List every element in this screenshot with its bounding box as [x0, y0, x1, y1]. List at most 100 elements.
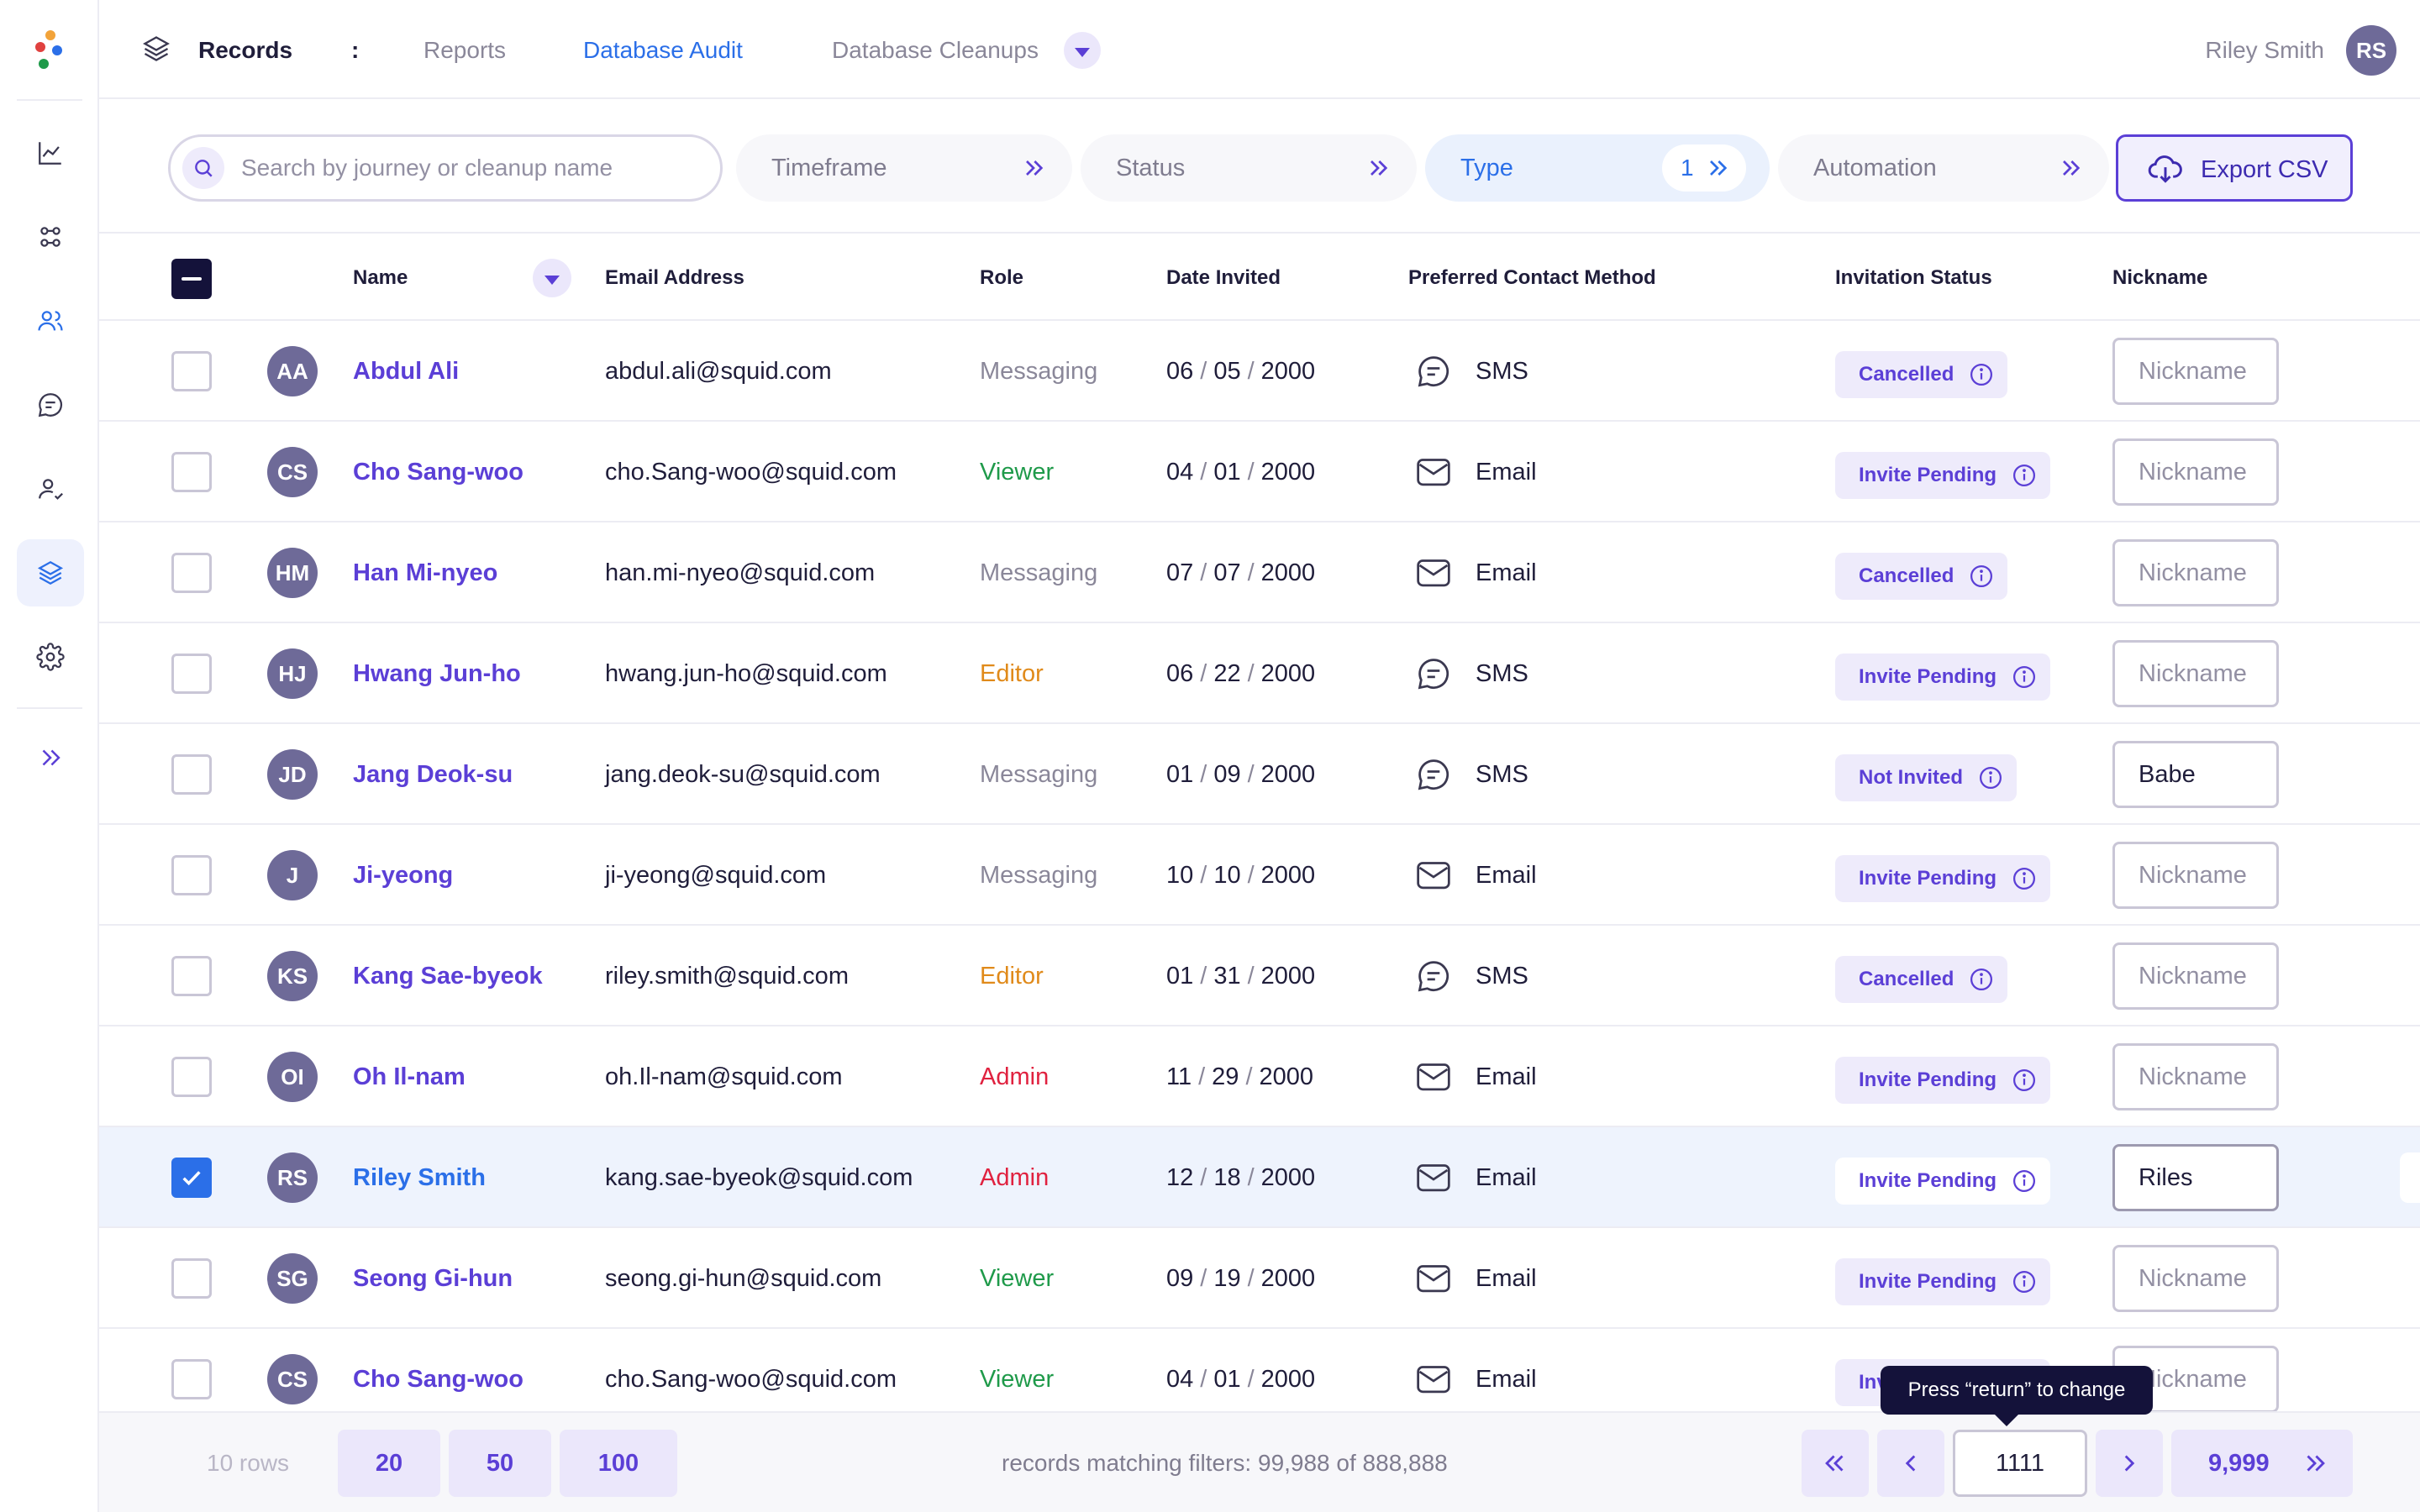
last-page-button[interactable]: 9,999 — [2171, 1430, 2353, 1497]
users-icon[interactable] — [17, 287, 84, 354]
row-checkbox[interactable] — [171, 351, 212, 391]
cleanups-dropdown-button[interactable] — [1064, 32, 1101, 69]
timeframe-filter[interactable]: Timeframe — [736, 134, 1072, 202]
row-checkbox[interactable] — [171, 1258, 212, 1299]
table-row[interactable]: JD Jang Deok-su jang.deok-su@squid.com Mess… — [99, 724, 2420, 825]
info-icon[interactable] — [2012, 1168, 2037, 1194]
row-name-link[interactable]: Jang Deok-su — [353, 758, 513, 791]
row-checkbox[interactable] — [171, 754, 212, 795]
nickname-input[interactable] — [2112, 842, 2279, 909]
settings-gear-icon[interactable] — [17, 623, 84, 690]
table-row[interactable]: CS Cho Sang-woo cho.Sang-woo@squid.com View… — [99, 422, 2420, 522]
nickname-input[interactable] — [2112, 640, 2279, 707]
row-checkbox[interactable] — [171, 956, 212, 996]
records-layers-icon[interactable] — [17, 539, 84, 606]
nickname-input[interactable] — [2112, 438, 2279, 506]
table-row[interactable]: SG Seong Gi-hun seong.gi-hun@squid.com View… — [99, 1228, 2420, 1329]
tab-database-audit[interactable]: Database Audit — [583, 34, 743, 67]
select-all-checkbox[interactable] — [171, 259, 212, 299]
layers-icon — [143, 36, 170, 61]
page-size-50-button[interactable]: 50 — [449, 1430, 551, 1497]
user-manage-icon[interactable] — [17, 455, 84, 522]
column-header-nickname[interactable]: Nickname — [2112, 264, 2207, 292]
row-name-link[interactable]: Oh Il-nam — [353, 1060, 466, 1094]
table-row[interactable]: KS Kang Sae-byeok riley.smith@squid.com Edi… — [99, 926, 2420, 1026]
row-checkbox[interactable] — [171, 1158, 212, 1198]
sort-name-button[interactable] — [533, 259, 571, 297]
automation-filter[interactable]: Automation — [1778, 134, 2109, 202]
table-row[interactable]: HJ Hwang Jun-ho hwang.jun-ho@squid.com Edit… — [99, 623, 2420, 724]
expand-rail-icon[interactable] — [17, 724, 84, 791]
user-avatar[interactable]: RS — [2346, 25, 2396, 76]
info-icon[interactable] — [1969, 967, 1994, 992]
column-header-role[interactable]: Role — [980, 264, 1023, 292]
row-contact-method: Email — [1476, 1164, 1537, 1191]
row-name-link[interactable]: Cho Sang-woo — [353, 455, 523, 489]
table-row[interactable]: OI Oh Il-nam oh.Il-nam@squid.com Admin 11/29… — [99, 1026, 2420, 1127]
column-header-name[interactable]: Name — [353, 264, 408, 292]
first-page-button[interactable] — [1802, 1430, 1869, 1497]
row-checkbox[interactable] — [171, 452, 212, 492]
column-header-method[interactable]: Preferred Contact Method — [1408, 264, 1656, 292]
nickname-input[interactable] — [2112, 741, 2279, 808]
row-checkbox[interactable] — [171, 1057, 212, 1097]
table-row[interactable]: HM Han Mi-nyeo han.mi-nyeo@squid.com Messag… — [99, 522, 2420, 623]
info-icon[interactable] — [1969, 362, 1994, 387]
status-filter[interactable]: Status — [1081, 134, 1417, 202]
column-header-status[interactable]: Invitation Status — [1835, 264, 1992, 292]
page-size-20-button[interactable]: 20 — [338, 1430, 440, 1497]
integrations-icon[interactable] — [17, 203, 84, 270]
date-month: 11 — [1166, 1063, 1192, 1090]
info-icon[interactable] — [1969, 564, 1994, 589]
status-badge-label: Cancelled — [1859, 363, 1954, 386]
row-avatar: SG — [267, 1253, 318, 1304]
row-name-link[interactable]: Han Mi-nyeo — [353, 556, 497, 590]
row-checkbox[interactable] — [171, 654, 212, 694]
column-header-email[interactable]: Email Address — [605, 264, 744, 292]
info-icon[interactable] — [2012, 1068, 2037, 1093]
analytics-icon[interactable] — [17, 119, 84, 186]
info-icon[interactable] — [1978, 765, 2003, 790]
row-avatar: CS — [267, 1354, 318, 1404]
info-icon[interactable] — [2012, 866, 2037, 891]
app-logo-icon[interactable] — [35, 30, 64, 72]
nickname-input[interactable] — [2112, 1144, 2279, 1211]
row-more-menu-icon[interactable] — [2400, 1152, 2420, 1203]
nickname-input[interactable] — [2112, 1043, 2279, 1110]
row-name-link[interactable]: Cho Sang-woo — [353, 1362, 523, 1396]
search-input[interactable] — [241, 149, 695, 187]
nickname-input[interactable] — [2112, 338, 2279, 405]
row-name-link[interactable]: Ji-yeong — [353, 858, 453, 892]
export-csv-button[interactable]: Export CSV — [2116, 134, 2353, 202]
column-header-date[interactable]: Date Invited — [1166, 264, 1281, 292]
row-name-link[interactable]: Abdul Ali — [353, 354, 459, 388]
nickname-input[interactable] — [2112, 942, 2279, 1010]
table-row[interactable]: J Ji-yeong ji-yeong@squid.com Messaging 10/1… — [99, 825, 2420, 926]
envelope-icon — [1415, 1362, 1452, 1396]
info-icon[interactable] — [2012, 463, 2037, 488]
page-size-100-button[interactable]: 100 — [560, 1430, 677, 1497]
breadcrumb-root[interactable]: Records — [198, 34, 292, 67]
previous-page-button[interactable] — [1877, 1430, 1944, 1497]
table-row[interactable]: RS Riley Smith kang.sae-byeok@squid.com Adm… — [99, 1127, 2420, 1228]
page-number-input[interactable] — [1953, 1430, 2087, 1497]
nickname-input[interactable] — [2112, 539, 2279, 606]
row-name-link[interactable]: Seong Gi-hun — [353, 1262, 513, 1295]
row-name-link[interactable]: Kang Sae-byeok — [353, 959, 543, 993]
tab-database-cleanups[interactable]: Database Cleanups — [832, 34, 1039, 67]
row-name-link[interactable]: Riley Smith — [353, 1161, 486, 1194]
nickname-input[interactable] — [2112, 1245, 2279, 1312]
table-row[interactable]: AA Abdul Ali abdul.ali@squid.com Messaging 0… — [99, 321, 2420, 422]
next-page-button[interactable] — [2096, 1430, 2163, 1497]
messages-icon[interactable] — [17, 371, 84, 438]
row-checkbox[interactable] — [171, 855, 212, 895]
row-checkbox[interactable] — [171, 1359, 212, 1399]
info-icon[interactable] — [2012, 1269, 2037, 1294]
date-day: 29 — [1212, 1063, 1239, 1090]
tab-reports[interactable]: Reports — [424, 34, 506, 67]
row-checkbox[interactable] — [171, 553, 212, 593]
row-name-link[interactable]: Hwang Jun-ho — [353, 657, 521, 690]
user-name[interactable]: Riley Smith — [2205, 34, 2324, 67]
info-icon[interactable] — [2012, 664, 2037, 690]
type-filter[interactable]: Type 1 — [1425, 134, 1770, 202]
